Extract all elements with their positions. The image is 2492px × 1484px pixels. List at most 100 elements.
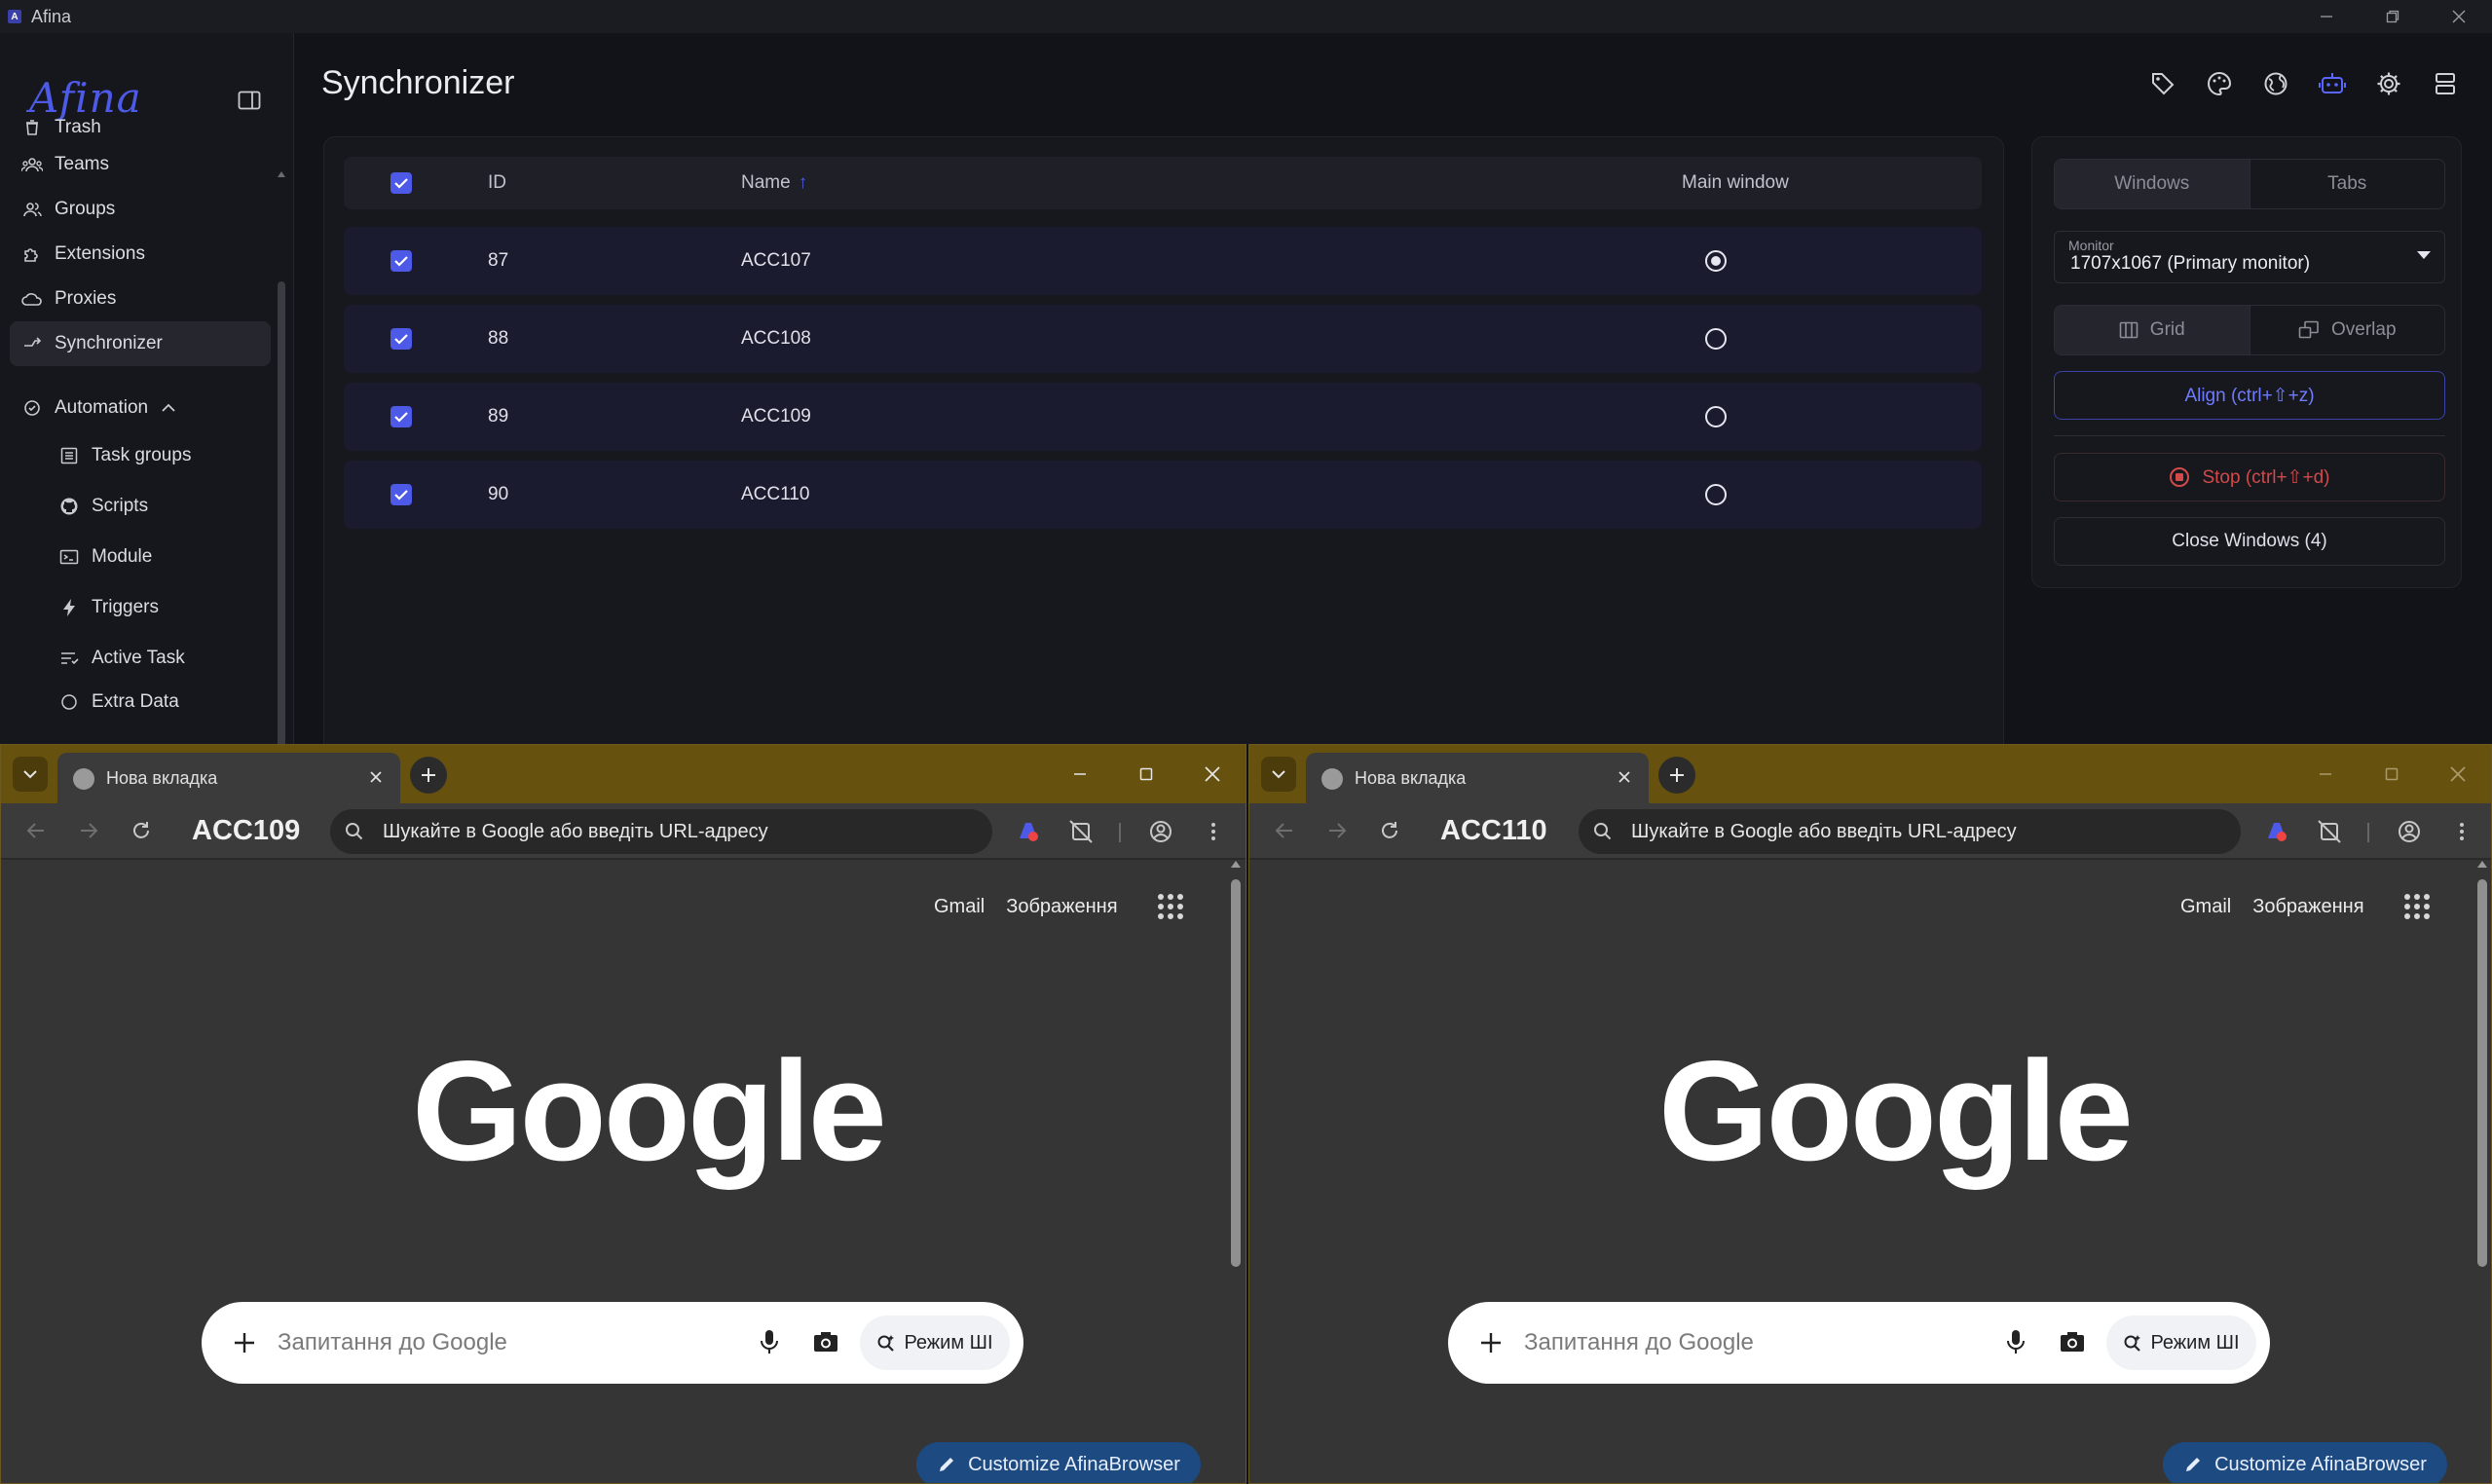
storage-icon[interactable]: [2428, 66, 2463, 101]
close-window-button[interactable]: [2426, 0, 2492, 33]
palette-icon[interactable]: [2202, 66, 2237, 101]
main-window-radio[interactable]: [1705, 328, 1727, 350]
images-link[interactable]: Зображення: [2252, 896, 2363, 918]
ai-mode-button[interactable]: Режим ШІ: [2106, 1316, 2256, 1370]
google-search-box[interactable]: Запитання до Google Режим ШІ: [202, 1302, 1023, 1384]
tab-tabs[interactable]: Tabs: [2249, 160, 2445, 208]
new-tab-button[interactable]: [1658, 757, 1695, 794]
afina-extension-icon[interactable]: [1014, 817, 1043, 846]
sidebar-scrollbar[interactable]: [277, 169, 286, 744]
ai-mode-button[interactable]: Режим ШІ: [860, 1316, 1010, 1370]
browser-menu-icon[interactable]: [2447, 817, 2476, 846]
restore-button[interactable]: [2360, 0, 2426, 33]
page-scrollbar[interactable]: [1228, 858, 1244, 1483]
main-window-radio[interactable]: [1705, 484, 1727, 505]
microphone-icon[interactable]: [2001, 1327, 2030, 1356]
camera-icon[interactable]: [811, 1327, 840, 1356]
sidebar-item-scripts[interactable]: Scripts: [10, 481, 271, 532]
main-window-radio-selected[interactable]: [1705, 250, 1727, 272]
microphone-icon[interactable]: [755, 1327, 784, 1356]
sync-disabled-icon[interactable]: [2315, 817, 2344, 846]
add-attachment-icon[interactable]: [229, 1327, 260, 1358]
browser-tab[interactable]: Нова вкладка: [57, 753, 400, 803]
column-header-main-window[interactable]: Main window: [1682, 157, 1789, 209]
robot-icon[interactable]: [2315, 66, 2350, 101]
layout-overlap-option[interactable]: Overlap: [2249, 306, 2445, 354]
browser-tab[interactable]: Нова вкладка: [1306, 753, 1649, 803]
sidebar-item-extensions[interactable]: Extensions: [10, 232, 271, 277]
close-windows-button[interactable]: Close Windows (4): [2054, 517, 2445, 566]
monitor-select[interactable]: Monitor 1707x1067 (Primary monitor): [2054, 231, 2445, 283]
images-link[interactable]: Зображення: [1006, 896, 1117, 918]
column-header-name[interactable]: Name ↑: [741, 157, 807, 209]
gear-icon[interactable]: [2371, 66, 2406, 101]
google-search-box[interactable]: Запитання до Google Режим ШІ: [1448, 1302, 2270, 1384]
select-all-checkbox[interactable]: [391, 172, 412, 194]
profile-avatar-icon[interactable]: [1146, 817, 1175, 846]
camera-icon[interactable]: [2058, 1327, 2087, 1356]
browser-maximize-button[interactable]: [2359, 745, 2425, 803]
sidebar-collapse-icon[interactable]: [238, 90, 261, 111]
row-checkbox[interactable]: [391, 328, 412, 350]
browser-close-button[interactable]: [1179, 745, 1246, 803]
sidebar-item-synchronizer[interactable]: Synchronizer: [10, 321, 271, 366]
sidebar-item-task-groups[interactable]: Task groups: [10, 430, 271, 481]
customize-browser-button[interactable]: Customize AfinaBrowser: [2163, 1442, 2447, 1483]
reload-icon[interactable]: [1376, 817, 1403, 844]
table-row[interactable]: 87 ACC107: [344, 227, 1982, 295]
tag-icon[interactable]: [2145, 66, 2180, 101]
sidebar-item-triggers[interactable]: Triggers: [10, 582, 271, 633]
table-row[interactable]: 88 ACC108: [344, 305, 1982, 373]
sidebar-item-proxies[interactable]: Proxies: [10, 277, 271, 321]
browser-maximize-button[interactable]: [1113, 745, 1179, 803]
add-attachment-icon[interactable]: [1475, 1327, 1506, 1358]
tab-close-icon[interactable]: [1614, 766, 1635, 788]
main-window-radio[interactable]: [1705, 406, 1727, 427]
browser-minimize-button[interactable]: [1047, 745, 1113, 803]
omnibox[interactable]: Шукайте в Google або введіть URL-адресу: [330, 809, 992, 854]
google-apps-icon[interactable]: [1157, 893, 1184, 920]
sidebar-item-trash[interactable]: Trash: [10, 113, 271, 142]
tab-close-icon[interactable]: [365, 766, 387, 788]
google-apps-icon[interactable]: [2403, 893, 2431, 920]
table-row[interactable]: 90 ACC110: [344, 461, 1982, 529]
new-tab-button[interactable]: [410, 757, 447, 794]
row-checkbox[interactable]: [391, 250, 412, 272]
reload-icon[interactable]: [128, 817, 155, 844]
gmail-link[interactable]: Gmail: [2180, 896, 2231, 918]
profile-avatar-icon[interactable]: [2395, 817, 2424, 846]
page-scrollbar[interactable]: [2474, 858, 2490, 1483]
back-icon[interactable]: [22, 817, 50, 844]
gmail-link[interactable]: Gmail: [934, 896, 985, 918]
align-button[interactable]: Align (ctrl+⇧+z): [2054, 371, 2445, 420]
sidebar-item-automation[interactable]: Automation: [10, 386, 271, 430]
sidebar-item-groups[interactable]: Groups: [10, 187, 271, 232]
row-checkbox[interactable]: [391, 484, 412, 505]
customize-browser-button[interactable]: Customize AfinaBrowser: [916, 1442, 1201, 1483]
tab-windows[interactable]: Windows: [2055, 160, 2250, 208]
sidebar-item-extra-data[interactable]: Extra Data: [10, 684, 271, 713]
browser-menu-icon[interactable]: [1199, 817, 1228, 846]
forward-icon[interactable]: [1323, 817, 1351, 844]
sidebar-item-teams[interactable]: Teams: [10, 142, 271, 187]
sidebar-item-module[interactable]: Module: [10, 532, 271, 582]
page-scrollbar-thumb[interactable]: [1231, 879, 1241, 1267]
omnibox[interactable]: Шукайте в Google або введіть URL-адресу: [1579, 809, 2241, 854]
tab-search-button[interactable]: [13, 757, 48, 792]
minimize-button[interactable]: [2293, 0, 2360, 33]
browser-close-button[interactable]: [2425, 745, 2491, 803]
forward-icon[interactable]: [75, 817, 102, 844]
sync-disabled-icon[interactable]: [1066, 817, 1096, 846]
globe-icon[interactable]: [2258, 66, 2293, 101]
sidebar-item-active-task[interactable]: Active Task: [10, 633, 271, 684]
browser-minimize-button[interactable]: [2292, 745, 2359, 803]
page-scrollbar-thumb[interactable]: [2477, 879, 2487, 1267]
sidebar-scrollbar-thumb[interactable]: [278, 281, 285, 744]
row-checkbox[interactable]: [391, 406, 412, 427]
tab-search-button[interactable]: [1261, 757, 1296, 792]
afina-extension-icon[interactable]: [2262, 817, 2291, 846]
back-icon[interactable]: [1271, 817, 1298, 844]
stop-button[interactable]: Stop (ctrl+⇧+d): [2054, 453, 2445, 501]
table-row[interactable]: 89 ACC109: [344, 383, 1982, 451]
column-header-id[interactable]: ID: [488, 157, 506, 209]
